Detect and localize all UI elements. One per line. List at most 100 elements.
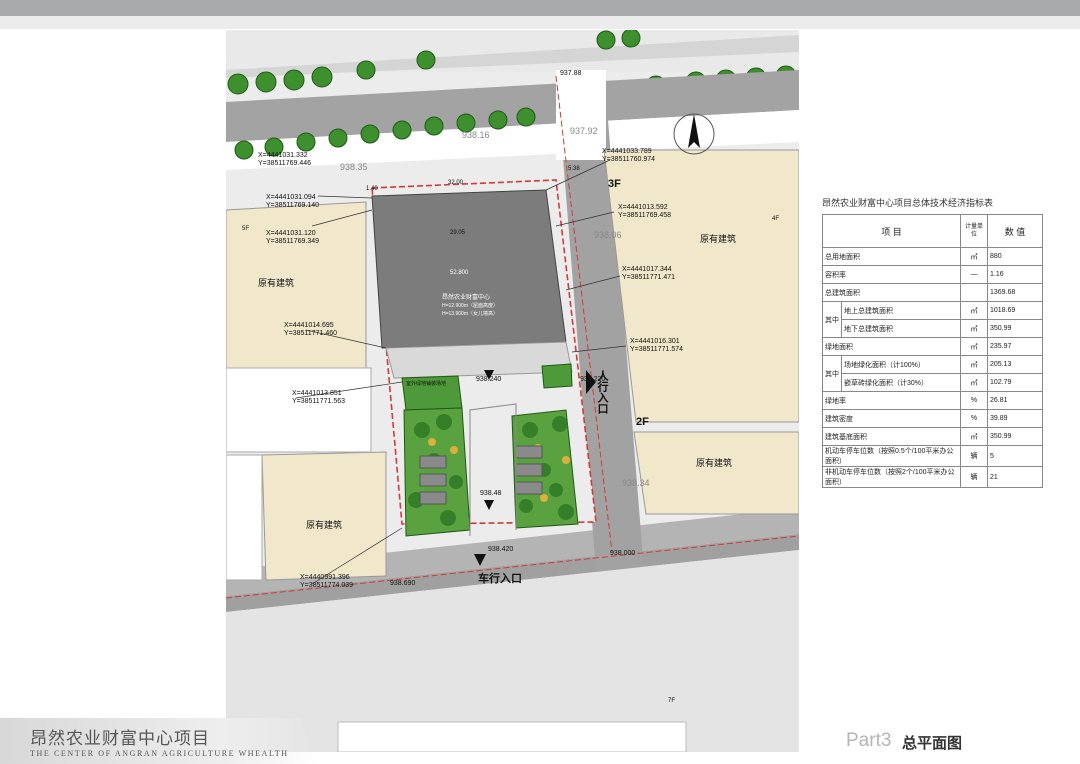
existing-building-label: 原有建筑 bbox=[258, 278, 295, 288]
row-value: 1.16 bbox=[987, 265, 1043, 284]
row-label: 嵌草砖绿化面积（计30%） bbox=[841, 373, 961, 392]
row-label: 绿地面积 bbox=[822, 337, 961, 356]
row-unit: ㎡ bbox=[960, 373, 988, 392]
coord-x: X=4441031.094 bbox=[266, 194, 316, 201]
coord-x: X=4441017.344 bbox=[622, 266, 672, 273]
coord-y: Y=38511769.458 bbox=[618, 212, 672, 219]
row-value: 102.79 bbox=[987, 373, 1043, 392]
indicator-table: 项 目 计量单位 数 值 总用地面积 ㎡ 880 容积率 — 1.16 总建筑面… bbox=[822, 214, 1043, 488]
row-unit: ㎡ bbox=[960, 355, 988, 374]
building-elevation: 52.800 bbox=[450, 270, 469, 276]
elevation-label: 937.88 bbox=[560, 70, 582, 77]
elevation-label: 938.220 bbox=[580, 376, 606, 383]
building-note: H=12.900m（屋面高度） bbox=[442, 303, 498, 309]
floor-label: 4F bbox=[772, 216, 780, 222]
row-label: 建筑基底面积 bbox=[822, 427, 961, 446]
coord-y: Y=38511771.563 bbox=[292, 398, 346, 405]
coord-x: X=4440991.396 bbox=[300, 574, 350, 581]
row-label: 容积率 bbox=[822, 265, 961, 284]
coord-x: X=4441031.332 bbox=[258, 152, 308, 159]
elevation-label: 938.34 bbox=[622, 478, 650, 488]
table-row: 地下总建筑面积 ㎡ 350.99 bbox=[823, 319, 1043, 338]
coord-y: Y=38511769.349 bbox=[266, 238, 320, 245]
coord-y: Y=38511769.446 bbox=[258, 160, 312, 167]
row-value: 1369.68 bbox=[987, 283, 1043, 302]
row-unit: ㎡ bbox=[960, 319, 988, 338]
table-row: 建筑基底面积 ㎡ 350.99 bbox=[822, 427, 1043, 446]
table-title: 昂然农业财富中心项目总体技术经济指标表 bbox=[822, 198, 994, 208]
existing-building-label: 原有建筑 bbox=[700, 234, 737, 244]
dimension-label: 32.00 bbox=[448, 180, 464, 186]
footer: 昂然农业财富中心项目 THE CENTER OF ANGRAN AGRICULT… bbox=[0, 718, 1080, 764]
floor-label: 5F bbox=[242, 226, 250, 232]
table-row: 总建筑面积 1369.68 bbox=[822, 283, 1043, 302]
row-label: 绿地率 bbox=[822, 391, 961, 410]
dimension-label: 29.05 bbox=[450, 230, 466, 236]
table-row: 机动车停车位数（按照0.5个/100平米办公面积） 辆 5 bbox=[822, 445, 1043, 467]
coord-y: Y=38511760.974 bbox=[602, 156, 656, 163]
row-unit: 辆 bbox=[960, 445, 988, 467]
row-value: 235.97 bbox=[987, 337, 1043, 356]
row-value: 1018.69 bbox=[987, 301, 1043, 320]
coord-y: Y=38511769.140 bbox=[266, 202, 320, 209]
row-unit: ㎡ bbox=[960, 301, 988, 320]
coord-y: Y=38511774.039 bbox=[300, 582, 354, 589]
row-unit: % bbox=[960, 391, 988, 410]
project-name-english: THE CENTER OF ANGRAN AGRICULTURE WHEALTH bbox=[30, 749, 289, 758]
row-unit: ㎡ bbox=[960, 427, 988, 446]
existing-building-label: 原有建筑 bbox=[306, 520, 343, 530]
row-label: 总用地面积 bbox=[822, 247, 961, 266]
row-value: 880 bbox=[987, 247, 1043, 266]
project-name: 昂然农业财富中心项目 bbox=[30, 729, 210, 748]
elevation-label: 938.48 bbox=[480, 490, 502, 497]
part-title: 总平面图 bbox=[902, 735, 963, 752]
row-unit: ㎡ bbox=[960, 337, 988, 356]
row-unit: ㎡ bbox=[960, 247, 988, 266]
table-row: 容积率 — 1.16 bbox=[822, 265, 1043, 284]
row-label: 机动车停车位数（按照0.5个/100平米办公面积） bbox=[822, 445, 961, 467]
row-value: 205.13 bbox=[987, 355, 1043, 374]
coord-x: X=4441016.301 bbox=[630, 338, 680, 345]
dimension-label: 1.40 bbox=[366, 186, 378, 192]
coord-y: Y=38511771.460 bbox=[284, 330, 338, 337]
existing-building-label: 原有建筑 bbox=[696, 458, 733, 468]
table-row: 绿地面积 ㎡ 235.97 bbox=[822, 337, 1043, 356]
elevation-label: 938.690 bbox=[390, 580, 416, 587]
part-number: Part3 bbox=[846, 730, 892, 751]
elevation-label: 938.35 bbox=[340, 162, 368, 172]
header-item: 项 目 bbox=[822, 214, 961, 248]
coord-x: X=4441013.592 bbox=[618, 204, 668, 211]
elevation-label: 938.06 bbox=[594, 230, 622, 240]
row-label: 场地绿化面积（计100%） bbox=[841, 355, 961, 374]
header-unit: 计量单位 bbox=[960, 214, 988, 248]
header-value: 数 值 bbox=[987, 214, 1043, 248]
row-value: 350.99 bbox=[987, 427, 1043, 446]
row-label: 建筑密度 bbox=[822, 409, 961, 428]
floor-label: 3F bbox=[608, 178, 621, 190]
row-group: 其中 bbox=[822, 355, 842, 392]
top-light-band bbox=[0, 16, 1080, 29]
elevation-label: 938.16 bbox=[462, 130, 490, 140]
vehicle-entrance-label: 车行入口 bbox=[478, 573, 522, 585]
floor-label: 2F bbox=[636, 416, 649, 428]
elevation-label: 938.000 bbox=[610, 550, 636, 557]
row-value: 350.99 bbox=[987, 319, 1043, 338]
building-note: H=13.900m（女儿墙高） bbox=[442, 311, 498, 317]
row-group: 其中 bbox=[822, 301, 842, 338]
indicator-table-panel: 昂然农业财富中心项目总体技术经济指标表 项 目 计量单位 数 值 总用地面积 ㎡… bbox=[822, 196, 1044, 488]
floor-label: 7F bbox=[668, 698, 676, 704]
row-value: 5 bbox=[987, 445, 1043, 467]
row-label: 地上总建筑面积 bbox=[841, 301, 961, 320]
row-value: 26.81 bbox=[987, 391, 1043, 410]
top-gray-band bbox=[0, 0, 1080, 16]
coord-x: X=4441033.789 bbox=[602, 148, 652, 155]
elevation-label: 938.240 bbox=[476, 376, 502, 383]
row-value: 39.89 bbox=[987, 409, 1043, 428]
row-unit: % bbox=[960, 409, 988, 428]
plan-labels: 原有建筑 原有建筑 原有建筑 原有建筑 3F 2F 4F 5F 7F 52.80… bbox=[226, 30, 799, 752]
table-row: 其中 场地绿化面积（计100%） ㎡ 205.13 bbox=[822, 355, 1043, 392]
coord-y: Y=38511771.471 bbox=[622, 274, 676, 281]
row-label: 地下总建筑面积 bbox=[841, 319, 961, 338]
coord-x: X=4441014.695 bbox=[284, 322, 334, 329]
table-row: 其中 地上总建筑面积 ㎡ 1018.69 bbox=[822, 301, 1043, 338]
